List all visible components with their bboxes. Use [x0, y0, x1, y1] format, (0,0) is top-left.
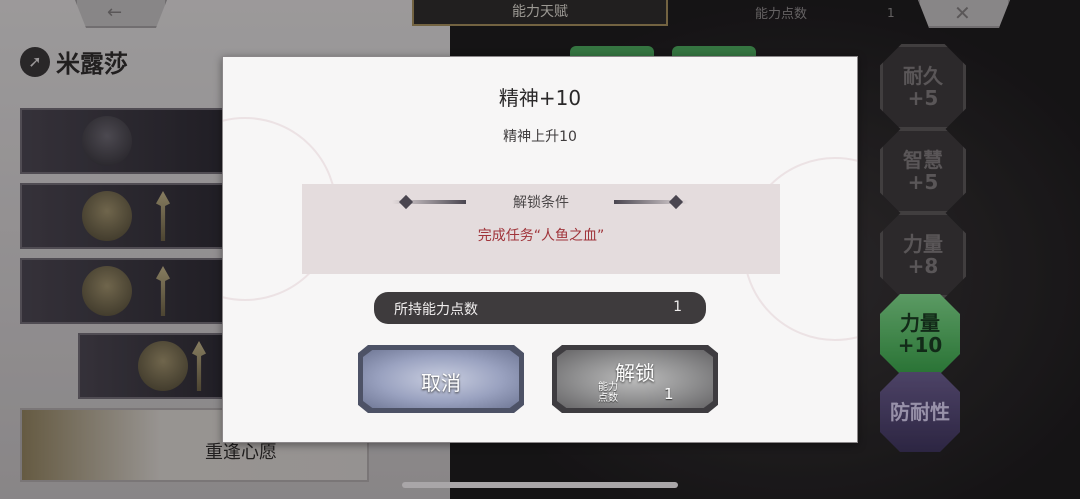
- dialog-description: 精神上升10: [503, 129, 577, 145]
- cancel-button-label: 取消: [421, 371, 461, 395]
- condition-text: 完成任务“人鱼之血”: [477, 228, 605, 244]
- unlock-dialog: 精神+10 精神上升10 解锁条件 完成任务“人鱼之血” 所持能力点数 1 取消…: [222, 56, 858, 443]
- unlock-cost-label: 能力点数: [598, 382, 618, 404]
- owned-points-value: 1: [673, 299, 682, 315]
- unlock-condition-box: 解锁条件 完成任务“人鱼之血”: [302, 184, 780, 274]
- unlock-button-label: 解锁: [615, 361, 655, 385]
- owned-points-label: 所持能力点数: [394, 302, 478, 318]
- home-indicator[interactable]: [402, 482, 678, 488]
- unlock-cost-value: 1: [664, 385, 674, 403]
- unlock-button[interactable]: 解锁 能力点数 1: [552, 345, 718, 413]
- condition-title: 解锁条件: [513, 195, 569, 211]
- divider-ornament: [614, 200, 688, 204]
- dialog-title: 精神+10: [498, 86, 582, 110]
- owned-points-bar: 所持能力点数 1: [374, 292, 706, 324]
- cancel-button[interactable]: 取消: [358, 345, 524, 413]
